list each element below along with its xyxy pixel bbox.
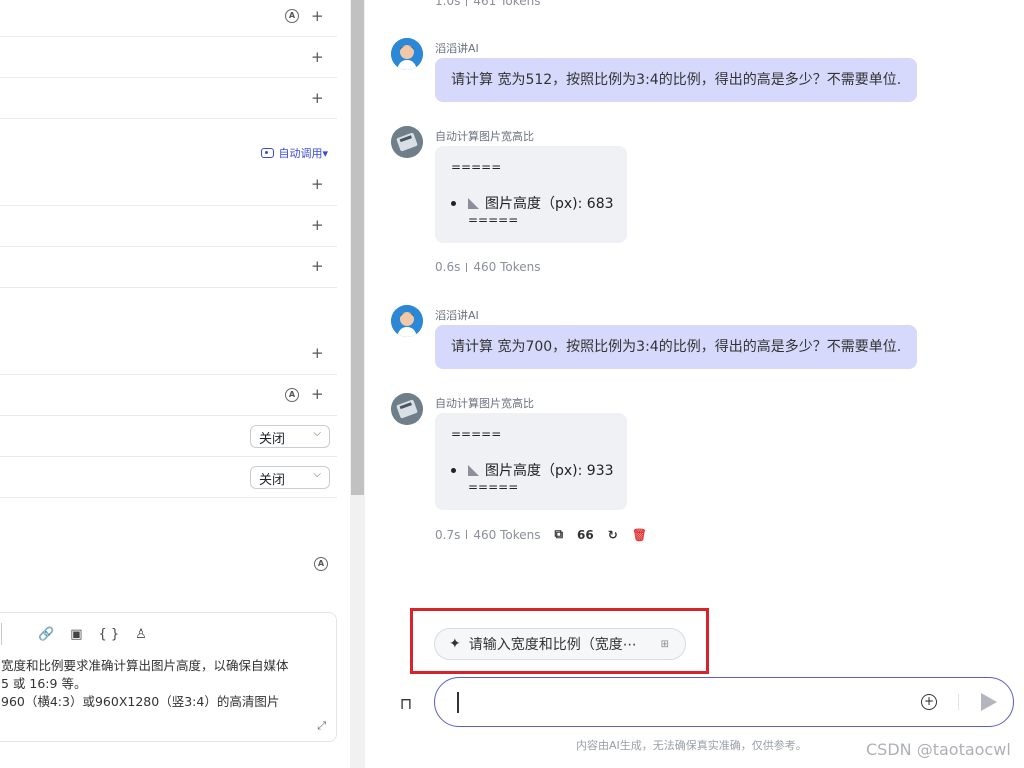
response-time: 0.7s <box>435 527 461 542</box>
divider <box>466 0 468 6</box>
chevron-down-icon: ⌵ <box>313 469 321 480</box>
sender-name: 滔滔讲AI <box>435 42 479 55</box>
divider <box>466 262 468 272</box>
separator-text: ===== <box>468 213 519 227</box>
expand-icon[interactable]: ⤢ <box>317 719 326 733</box>
link-icon[interactable]: 🔗 <box>38 627 54 642</box>
prompt-text[interactable]: 宽度和比例要求准确计算出图片高度，以确保自媒体 5 或 16:9 等。 960（… <box>1 657 331 713</box>
sparkle-icon: ✦ <box>449 636 461 652</box>
send-icon[interactable] <box>981 693 997 711</box>
config-row: + <box>0 206 337 247</box>
separator-text: ===== <box>468 480 519 494</box>
variable-icon[interactable]: { } <box>98 627 119 642</box>
toolbox-icon[interactable]: ⊓ <box>390 690 422 718</box>
toggle-select[interactable]: 关闭 ⌵ <box>250 466 330 489</box>
auto-call-dropdown[interactable]: 自动调用▾ <box>261 145 328 161</box>
bot-name: 自动计算图片宽高比 <box>435 397 534 410</box>
plugin-icon <box>261 148 275 158</box>
config-row: + <box>0 288 337 375</box>
token-count: 460 Tokens <box>473 260 541 274</box>
add-icon[interactable]: + <box>311 50 324 65</box>
add-attachment-icon[interactable]: + <box>921 694 937 710</box>
user-message: 请计算 宽为512，按照比例为3:4的比例，得出的高是多少？不需要单位. <box>435 58 918 102</box>
ruler-icon <box>468 464 479 476</box>
add-icon[interactable]: + <box>311 91 324 106</box>
auto-icon[interactable]: A <box>314 557 328 571</box>
scrollbar-thumb[interactable] <box>351 0 364 495</box>
config-row: + <box>0 37 337 78</box>
keyboard-icon: ⊞ <box>660 638 669 650</box>
config-row: + <box>0 165 337 206</box>
token-count: 461 Tokens <box>473 0 541 8</box>
add-icon[interactable]: + <box>311 218 324 233</box>
bullet <box>451 200 456 206</box>
bot-name: 自动计算图片宽高比 <box>435 130 534 143</box>
bot-message: ===== 图片高度（px): 683 ===== <box>435 146 627 243</box>
config-row: 关闭 ⌵ <box>0 457 337 498</box>
chevron-down-icon: ⌵ <box>313 428 321 439</box>
add-icon[interactable]: + <box>311 259 324 274</box>
quote-icon[interactable]: 66 <box>577 528 594 542</box>
add-icon[interactable]: + <box>311 9 324 24</box>
config-row: A + <box>0 375 337 416</box>
sender-name: 滔滔讲AI <box>435 309 479 322</box>
separator-text: ===== <box>451 427 502 441</box>
config-row: 关闭 ⌵ <box>0 416 337 457</box>
user-avatar <box>391 305 423 337</box>
response-time: 0.6s <box>435 260 461 274</box>
bullet <box>451 467 456 473</box>
bot-message: ===== 图片高度（px): 933 ===== <box>435 413 627 510</box>
list-item: 图片高度（px): 683 <box>451 193 614 213</box>
auto-call-label: 自动调用▾ <box>278 147 328 160</box>
user-avatar <box>391 38 423 70</box>
add-icon[interactable]: + <box>311 346 324 361</box>
result-text: 图片高度（px): 933 <box>485 463 614 479</box>
toggle-select[interactable]: 关闭 ⌵ <box>250 425 330 448</box>
select-value: 关闭 <box>259 473 286 488</box>
suggestion-chip[interactable]: ✦ 请输入宽度和比例（宽度⋯ ⊞ <box>434 628 686 660</box>
user-icon[interactable]: ♙ <box>135 627 147 642</box>
text-caret <box>457 692 459 713</box>
copy-icon[interactable]: ⧉ <box>554 527 563 542</box>
auto-icon[interactable]: A <box>285 9 299 23</box>
delete-icon[interactable]: 🗑 <box>632 528 647 542</box>
message-meta: 0.7s 460 Tokens ⧉ 66 ↻ 🗑 <box>435 527 647 542</box>
disclaimer: 内容由AI生成，无法确保真实准确，仅供参考。 <box>576 739 807 752</box>
bot-avatar <box>391 126 423 158</box>
config-row: + <box>0 78 337 119</box>
add-icon[interactable]: + <box>311 177 324 192</box>
prompt-toolbar: 🔗 ▣ { } ♙ <box>0 623 147 645</box>
select-value: 关闭 <box>259 432 286 447</box>
message-meta: 0.6s 460 Tokens <box>435 260 540 274</box>
token-count: 460 Tokens <box>473 527 541 542</box>
message-actions: ⧉ 66 ↻ 🗑 <box>554 527 647 542</box>
config-row: + <box>0 247 337 288</box>
message-meta: 1.0s 461 Tokens <box>435 0 540 8</box>
response-time: 1.0s <box>435 0 461 8</box>
config-panel: A + + + 自动调用▾ + + + + A + 关闭 ⌵ 关闭 ⌵ A 🔗 … <box>0 0 350 768</box>
auto-icon[interactable]: A <box>285 388 299 402</box>
image-icon[interactable]: ▣ <box>70 627 82 642</box>
result-text: 图片高度（px): 683 <box>485 196 614 212</box>
bot-avatar <box>391 393 423 425</box>
chat-input[interactable]: + <box>434 677 1014 727</box>
divider <box>1 623 2 645</box>
config-row: A + <box>0 0 337 37</box>
prompt-editor[interactable]: 🔗 ▣ { } ♙ 宽度和比例要求准确计算出图片高度，以确保自媒体 5 或 16… <box>0 612 337 742</box>
list-item: 图片高度（px): 933 <box>451 460 614 480</box>
ruler-icon <box>468 197 479 209</box>
refresh-icon[interactable]: ↻ <box>608 528 618 542</box>
suggestion-text: 请输入宽度和比例（宽度⋯ <box>468 637 637 653</box>
add-icon[interactable]: + <box>311 387 324 402</box>
watermark: CSDN @taotaocwl <box>866 740 1011 759</box>
divider <box>466 530 468 539</box>
divider <box>958 694 959 710</box>
user-message: 请计算 宽为700，按照比例为3:4的比例，得出的高是多少？不需要单位. <box>435 325 918 369</box>
separator-text: ===== <box>451 160 502 174</box>
